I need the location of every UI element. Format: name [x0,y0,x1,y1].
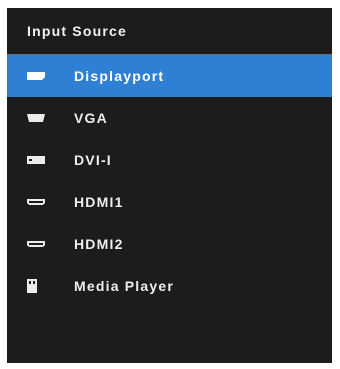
input-item-displayport[interactable]: Displayport [7,55,332,97]
vga-icon [26,113,74,123]
input-item-label: Media Player [74,278,174,294]
input-item-label: DVI-I [74,152,112,168]
input-item-label: Displayport [74,68,165,84]
menu-title: Input Source [7,8,332,55]
input-source-list: Displayport VGA DVI-I HDMI1 HDMI2 Media … [7,55,332,307]
input-item-vga[interactable]: VGA [7,97,332,139]
input-item-label: VGA [74,110,108,126]
hdmi-icon [26,239,74,249]
displayport-icon [26,71,74,81]
input-item-media-player[interactable]: Media Player [7,265,332,307]
usb-icon [26,278,74,294]
input-source-menu: Input Source Displayport VGA DVI-I HDMI1… [7,8,332,363]
input-item-dvi[interactable]: DVI-I [7,139,332,181]
input-item-label: HDMI1 [74,194,124,210]
dvi-icon [26,155,74,165]
input-item-label: HDMI2 [74,236,124,252]
input-item-hdmi2[interactable]: HDMI2 [7,223,332,265]
hdmi-icon [26,197,74,207]
input-item-hdmi1[interactable]: HDMI1 [7,181,332,223]
